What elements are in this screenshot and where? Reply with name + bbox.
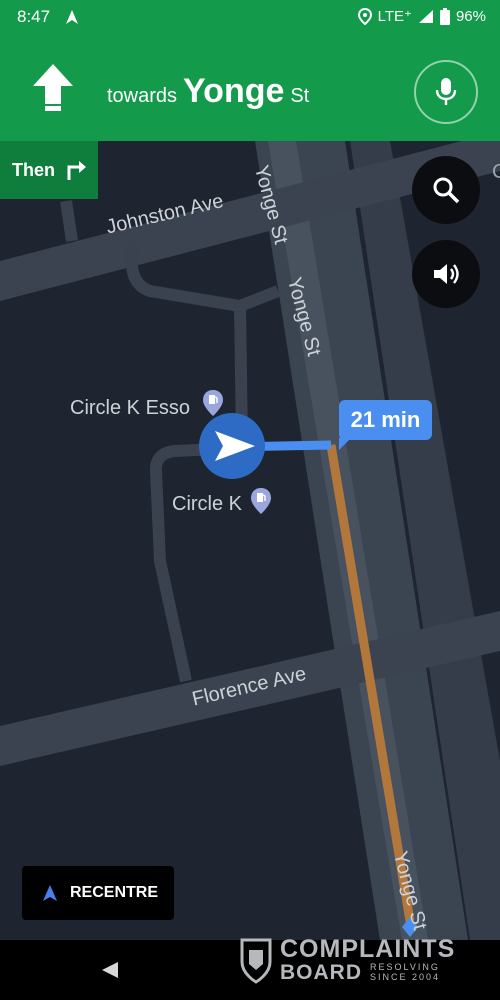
- towards-label: towards: [107, 85, 178, 107]
- search-button[interactable]: [412, 156, 480, 224]
- battery-percent: 96%: [455, 7, 486, 25]
- recentre-label: RECENTRE: [70, 884, 159, 901]
- search-icon: [433, 177, 460, 204]
- status-bar: 8:47 LTE⁺ 96%: [0, 0, 500, 34]
- circle-k-label[interactable]: Circle K: [172, 493, 242, 516]
- volume-button[interactable]: [412, 240, 480, 308]
- watermark-line2: BOARD: [280, 961, 362, 984]
- watermark-small2: SINCE 2004: [370, 971, 441, 982]
- complaints-board-watermark: COMPLAINTS BOARD RESOLVING SINCE 2004: [238, 936, 455, 984]
- location-icon: [357, 7, 372, 25]
- instruction-text: towards Yonge St: [107, 72, 309, 111]
- street-name: Yonge: [183, 72, 285, 110]
- signal-icon: [418, 9, 433, 23]
- microphone-icon: [435, 78, 457, 105]
- eta-badge[interactable]: 21 min: [339, 400, 432, 450]
- fuel-pin-icon[interactable]: [250, 487, 272, 515]
- voice-search-button[interactable]: [414, 60, 478, 124]
- battery-icon: [439, 7, 450, 25]
- navigation-arrow-icon: [66, 10, 78, 24]
- straight-arrow-icon: [33, 64, 73, 111]
- turn-right-icon: [67, 161, 86, 180]
- circle-k-esso-label[interactable]: Circle K Esso: [70, 397, 190, 420]
- recentre-button[interactable]: RECENTRE: [22, 866, 174, 920]
- network-label: LTE⁺: [377, 8, 412, 25]
- edge-label-fragment: C: [492, 161, 500, 183]
- next-turn-box: Then: [0, 141, 98, 199]
- navigation-arrow-icon: [43, 885, 57, 901]
- shield-logo-icon: [240, 938, 272, 984]
- watermark-line1: COMPLAINTS: [280, 935, 456, 963]
- back-icon[interactable]: [100, 960, 120, 980]
- current-location-icon: [199, 413, 265, 479]
- then-label: Then: [12, 159, 55, 180]
- status-right: LTE⁺ 96%: [357, 7, 486, 25]
- fuel-pin-icon[interactable]: [202, 389, 224, 417]
- watermark-small1: RESOLVING: [370, 961, 440, 972]
- volume-icon: [434, 264, 459, 284]
- street-suffix: St: [290, 85, 310, 107]
- navigation-banner[interactable]: towards Yonge St: [0, 34, 500, 141]
- status-time: 8:47: [17, 7, 51, 26]
